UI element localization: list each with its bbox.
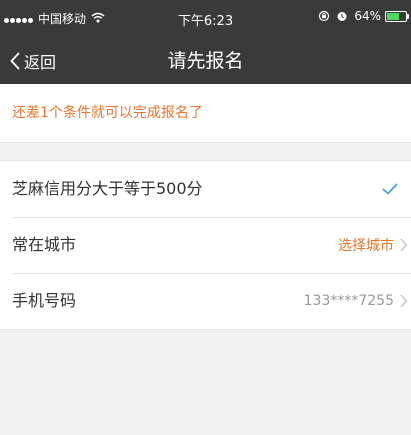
check-icon (382, 183, 398, 195)
chevron-right-icon (400, 238, 408, 252)
battery-icon (385, 10, 409, 22)
orientation-lock-icon (318, 10, 330, 22)
chevron-left-icon (10, 52, 20, 70)
requirement-notice: 还差1个条件就可以完成报名了 (0, 84, 411, 143)
condition-city[interactable]: 常在城市 选择城市 (0, 217, 411, 273)
back-button[interactable]: 返回 (10, 38, 56, 84)
battery-percent: 64% (354, 9, 381, 23)
requirement-notice-text: 还差1个条件就可以完成报名了 (12, 105, 203, 121)
page-title: 请先报名 (167, 50, 244, 72)
back-button-label: 返回 (24, 53, 57, 72)
phone-number-value: 133****7255 (303, 293, 394, 309)
condition-phone-label: 手机号码 (12, 291, 77, 310)
status-bar: 中国移动 下午6:23 64% (0, 0, 411, 38)
condition-credit-score-label: 芝麻信用分大于等于500分 (12, 179, 203, 198)
status-bar-right: 64% (318, 9, 409, 23)
condition-phone[interactable]: 手机号码 133****7255 (0, 273, 411, 329)
battery-level-fill (387, 12, 399, 20)
condition-credit-score-status (382, 161, 411, 217)
condition-credit-score: 芝麻信用分大于等于500分 (0, 161, 411, 217)
condition-city-label: 常在城市 (12, 235, 77, 254)
select-city-link[interactable]: 选择城市 (338, 235, 394, 255)
condition-list: 芝麻信用分大于等于500分 常在城市 选择城市 手机号码 133****7255 (0, 160, 411, 330)
condition-city-action: 选择城市 (338, 217, 411, 273)
alarm-icon (336, 10, 348, 22)
navigation-bar: 返回 请先报名 (0, 38, 411, 84)
condition-phone-action: 133****7255 (304, 273, 411, 329)
chevron-right-icon (400, 294, 408, 308)
